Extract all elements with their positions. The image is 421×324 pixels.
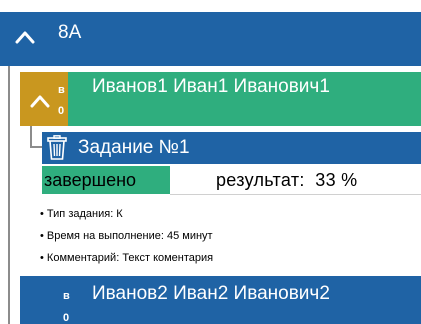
- status-label: завершено: [44, 170, 137, 190]
- task-detail-item: Комментарий: Текст коментария: [40, 251, 213, 265]
- group-title: 8А: [58, 22, 82, 43]
- student-badge-letter: в: [63, 290, 70, 302]
- tree-guide-line: [8, 66, 10, 324]
- student-badge-count: 0: [58, 105, 65, 117]
- chevron-up-icon[interactable]: [30, 92, 50, 110]
- result-label: результат: 33 %: [216, 170, 358, 190]
- tree-guide-line: [30, 146, 42, 148]
- student-name: Иванов2 Иван2 Иванович2: [92, 283, 330, 304]
- student-badge-letter: в: [58, 84, 65, 96]
- task-detail-item: Время на выполнение: 45 минут: [40, 229, 213, 243]
- chevron-up-icon[interactable]: [14, 26, 36, 48]
- student-name: Иванов1 Иван1 Иванович1: [92, 76, 330, 97]
- task-title: Задание №1: [78, 137, 190, 158]
- task-detail-item: Тип задания: К: [40, 207, 123, 221]
- tree-guide-line: [30, 126, 32, 148]
- trash-icon[interactable]: [47, 135, 67, 161]
- student-badge-count: 0: [63, 312, 70, 324]
- divider: [170, 194, 421, 195]
